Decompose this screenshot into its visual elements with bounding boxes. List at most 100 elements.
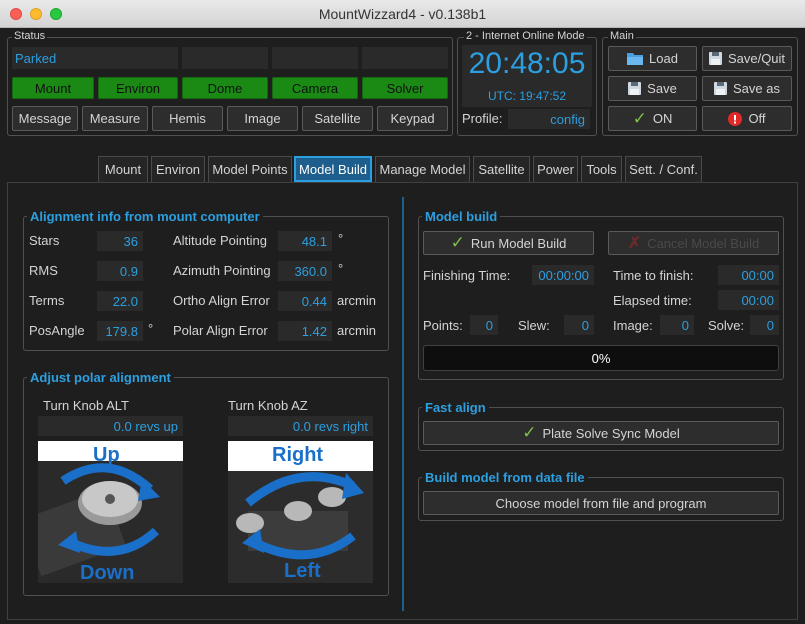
main-group-label: Main <box>608 30 636 42</box>
satellite-button[interactable]: Satellite <box>302 106 373 131</box>
tab-mount[interactable]: Mount <box>98 156 148 182</box>
points-label: Points: <box>423 318 463 333</box>
finishing-time-label: Finishing Time: <box>423 268 511 283</box>
environ-indicator: Environ <box>98 77 178 99</box>
stars-label: Stars <box>29 233 60 248</box>
mount-status-field: Parked <box>12 47 178 69</box>
measure-button[interactable]: Measure <box>82 106 148 131</box>
polar-title: Adjust polar alignment <box>27 370 174 385</box>
posangle-unit: ° <box>148 321 154 336</box>
error-icon <box>728 111 743 126</box>
points-value: 0 <box>470 315 498 335</box>
altitude-pointing-label: Altitude Pointing <box>173 233 267 248</box>
choose-model-file-button[interactable]: Choose model from file and program <box>423 491 779 515</box>
tab-power[interactable]: Power <box>533 156 578 182</box>
slew-label: Slew: <box>518 318 550 333</box>
solve-label: Solve: <box>708 318 745 333</box>
save-button[interactable]: Save <box>608 76 697 101</box>
window-title: MountWizzard4 - v0.138b1 <box>318 6 487 22</box>
solver-indicator: Solver <box>362 77 448 99</box>
image-label: Image: <box>613 318 653 333</box>
tab-model-build[interactable]: Model Build <box>294 156 372 182</box>
tab-model-points[interactable]: Model Points <box>208 156 292 182</box>
build-progress-bar: 0% <box>423 345 779 371</box>
profile-field: config <box>508 109 590 129</box>
load-button[interactable]: Load <box>608 46 697 71</box>
time-to-finish-value: 00:00 <box>718 265 779 285</box>
check-icon: ✓ <box>522 423 537 442</box>
altitude-unit: ° <box>338 231 344 246</box>
status-group-label: Status <box>12 30 48 42</box>
azimuth-pointing-value: 360.0 <box>278 261 332 281</box>
ortho-error-label: Ortho Align Error <box>173 293 270 308</box>
alt-knob-image: Up Down <box>38 441 183 583</box>
keypad-button[interactable]: Keypad <box>377 106 448 131</box>
plate-solve-sync-button[interactable]: ✓ Plate Solve Sync Model <box>423 421 779 445</box>
cancel-model-build-button[interactable]: ✗ Cancel Model Build <box>608 231 779 255</box>
polar-error-value: 1.42 <box>278 321 332 341</box>
save-quit-button[interactable]: Save/Quit <box>702 46 792 71</box>
knob-az-label: Turn Knob AZ <box>228 398 308 413</box>
status-cell <box>182 47 268 69</box>
clock-time: 20:48:05 <box>468 47 586 80</box>
solve-value: 0 <box>750 315 779 335</box>
tab-satellite[interactable]: Satellite <box>473 156 530 182</box>
check-icon: ✓ <box>632 108 647 128</box>
folder-icon <box>627 53 644 65</box>
save-as-button[interactable]: Save as <box>702 76 792 101</box>
posangle-value: 179.8 <box>97 321 143 341</box>
alt-down-label: Down <box>80 562 134 583</box>
alt-up-label: Up <box>93 444 120 466</box>
status-cell <box>272 47 358 69</box>
camera-indicator: Camera <box>272 77 358 99</box>
elapsed-time-value: 00:00 <box>718 290 779 310</box>
azimuth-unit: ° <box>338 261 344 276</box>
image-button[interactable]: Image <box>227 106 298 131</box>
section-divider <box>402 197 404 611</box>
tab-environ[interactable]: Environ <box>151 156 205 182</box>
rms-value: 0.9 <box>97 261 143 281</box>
ortho-unit: arcmin <box>337 293 377 308</box>
dome-indicator: Dome <box>182 77 268 99</box>
build-file-title: Build model from data file <box>422 470 588 485</box>
alignment-title: Alignment info from mount computer <box>27 209 263 224</box>
tab-settings[interactable]: Sett. / Conf. <box>625 156 702 182</box>
clock-utc: UTC: 19:47:52 <box>487 89 567 103</box>
fast-align-title: Fast align <box>422 400 489 415</box>
terms-value: 22.0 <box>97 291 143 311</box>
elapsed-time-label: Elapsed time: <box>613 293 692 308</box>
rms-label: RMS <box>29 263 58 278</box>
progress-text: 0% <box>591 351 611 366</box>
check-icon: ✓ <box>450 233 465 252</box>
time-to-finish-label: Time to finish: <box>613 268 694 283</box>
polar-unit: arcmin <box>337 323 377 338</box>
tab-manage-model[interactable]: Manage Model <box>375 156 470 182</box>
floppy-icon <box>714 82 727 95</box>
title-bar: MountWizzard4 - v0.138b1 <box>0 0 805 28</box>
mount-status-text: Parked <box>15 50 57 66</box>
on-button[interactable]: ✓ ON <box>608 106 697 131</box>
knob-alt-label: Turn Knob ALT <box>43 398 129 413</box>
knob-alt-value: 0.0 revs up <box>38 416 183 436</box>
ortho-error-value: 0.44 <box>278 291 332 311</box>
off-button[interactable]: Off <box>702 106 792 131</box>
posangle-label: PosAngle <box>29 323 85 338</box>
tab-tools[interactable]: Tools <box>581 156 622 182</box>
polar-error-label: Polar Align Error <box>173 323 268 338</box>
floppy-icon <box>708 52 722 65</box>
knob-az-value: 0.0 revs right <box>228 416 373 436</box>
slew-value: 0 <box>564 315 594 335</box>
image-value: 0 <box>660 315 694 335</box>
stars-value: 36 <box>97 231 143 251</box>
azimuth-pointing-label: Azimuth Pointing <box>173 263 271 278</box>
cancel-icon: ✗ <box>627 235 642 252</box>
az-right-label: Right <box>272 444 323 466</box>
model-build-title: Model build <box>422 209 501 224</box>
hemis-button[interactable]: Hemis <box>152 106 223 131</box>
finishing-time-value: 00:00:00 <box>532 265 594 285</box>
profile-label: Profile: <box>462 111 503 126</box>
run-model-build-button[interactable]: ✓ Run Model Build <box>423 231 594 255</box>
mount-indicator: Mount <box>12 77 94 99</box>
message-button[interactable]: Message <box>12 106 78 131</box>
terms-label: Terms <box>29 293 65 308</box>
